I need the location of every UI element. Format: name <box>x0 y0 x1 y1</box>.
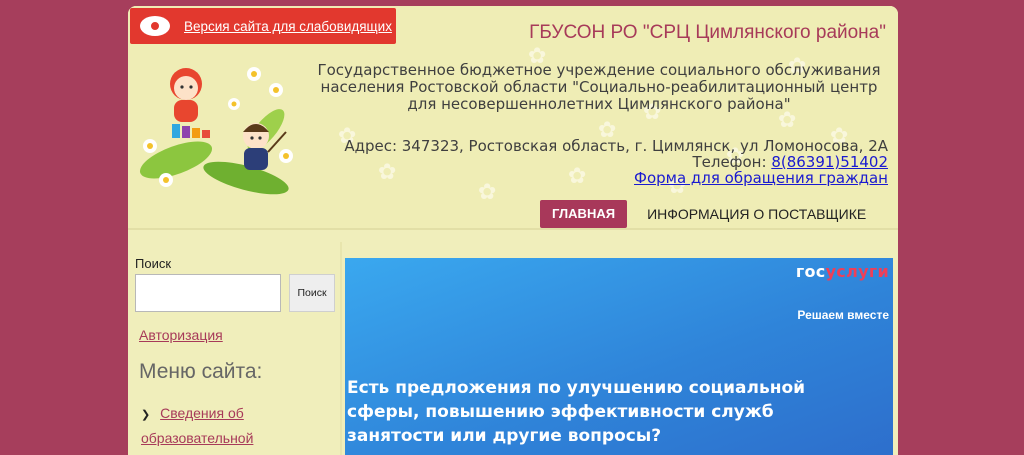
main-nav: ГЛАВНАЯ ИНФОРМАЦИЯ О ПОСТАВЩИКЕ <box>540 200 878 228</box>
column-separator <box>340 242 342 455</box>
decor-flower-icon: ✿ <box>378 160 397 185</box>
vision-version-label: Версия сайта для слабовидящих <box>184 18 392 34</box>
search-input[interactable] <box>135 274 281 312</box>
decor-flower-icon: ✿ <box>478 180 497 205</box>
search-label: Поиск <box>135 256 172 271</box>
search-button[interactable]: Поиск <box>289 274 335 312</box>
site-header: ✿ ✿ ✿ ✿ ✿ ✿ ✿ ✿ ✿ ✿ ✿ ✿ Версия сайта для… <box>128 6 898 228</box>
banner-slogan: Решаем вместе <box>797 308 889 322</box>
nav-item-provider-info[interactable]: ИНФОРМАЦИЯ О ПОСТАВЩИКЕ <box>635 200 878 228</box>
menu-title: Меню сайта: <box>139 360 263 383</box>
appeal-form-link[interactable]: Форма для обращения граждан <box>634 169 888 187</box>
site-title: ГБУСОН РО "СРЦ Цимлянского района" <box>529 22 886 43</box>
banner-text: Есть предложения по улучшению социальной… <box>347 378 806 446</box>
gosuslugi-banner[interactable]: госуслуги Решаем вместе Есть предложения… <box>345 258 893 455</box>
nav-item-home[interactable]: ГЛАВНАЯ <box>540 200 628 228</box>
sidebar: Поиск Поиск Авторизация Меню сайта: ❯ Св… <box>128 242 340 455</box>
organization-name: Государственное бюджетное учреждение соц… <box>317 61 881 113</box>
menu-item-label: Сведения об образовательной <box>141 405 254 446</box>
children-illustration <box>139 67 293 195</box>
page-container: ✿ ✿ ✿ ✿ ✿ ✿ ✿ ✿ ✿ ✿ ✿ ✿ Версия сайта для… <box>128 6 898 455</box>
gosuslugi-logo: госуслуги <box>796 262 889 281</box>
logo-part-1: гос <box>795 262 826 281</box>
menu-item-education-info[interactable]: ❯ Сведения об образовательной <box>141 402 340 450</box>
auth-link[interactable]: Авторизация <box>139 327 223 343</box>
decor-flower-icon: ✿ <box>568 164 587 189</box>
eye-icon <box>140 16 170 36</box>
logo-part-2: услуги <box>825 262 889 281</box>
chevron-right-icon: ❯ <box>141 409 151 421</box>
header-divider <box>128 228 898 230</box>
vision-version-button[interactable]: Версия сайта для слабовидящих <box>130 8 396 44</box>
decor-flower-icon: ✿ <box>778 108 797 133</box>
appeal-form: Форма для обращения граждан <box>634 170 888 187</box>
